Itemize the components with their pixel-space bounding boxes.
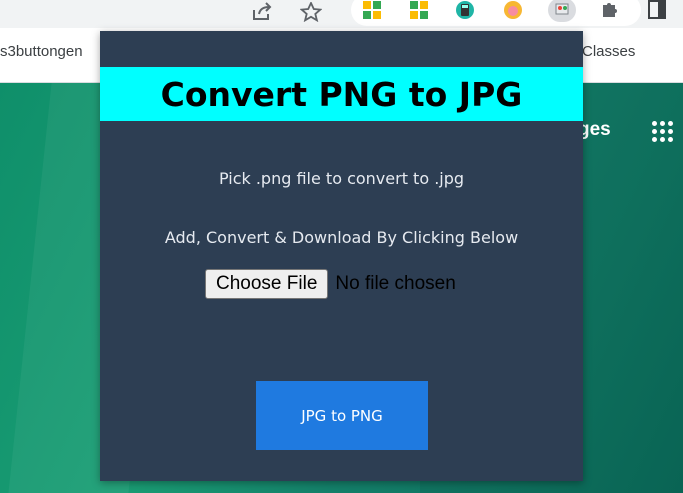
popup-title: Convert PNG to JPG <box>100 67 583 121</box>
bookmark-classes[interactable]: Classes <box>582 43 635 60</box>
star-icon[interactable] <box>298 0 324 24</box>
png-converter-extension-icon[interactable] <box>548 0 576 22</box>
browser-toolbar <box>0 0 683 28</box>
instruction-text: Pick .png file to convert to .jpg <box>218 169 465 188</box>
extension-puzzle-yellow-icon[interactable] <box>362 0 382 20</box>
subinstruction-text: Add, Convert & Download By Clicking Belo… <box>164 228 519 247</box>
extension-popup: Convert PNG to JPG Pick .png file to con… <box>100 31 583 481</box>
file-status: No file chosen <box>335 273 456 294</box>
file-input[interactable]: Choose File No file chosen <box>205 269 456 299</box>
bookmark-s3buttongen[interactable]: s3buttongen <box>0 43 83 60</box>
side-panel-icon[interactable] <box>647 0 667 20</box>
convert-button[interactable]: JPG to PNG <box>256 381 428 450</box>
extension-puzzle-green-icon[interactable] <box>409 0 429 20</box>
calculator-icon[interactable] <box>455 0 475 20</box>
extensions-bar <box>351 0 641 26</box>
share-icon[interactable] <box>249 0 275 24</box>
sun-emoji-icon[interactable] <box>503 0 523 20</box>
choose-file-button[interactable]: Choose File <box>205 269 329 299</box>
extensions-puzzle-icon[interactable] <box>600 0 620 20</box>
